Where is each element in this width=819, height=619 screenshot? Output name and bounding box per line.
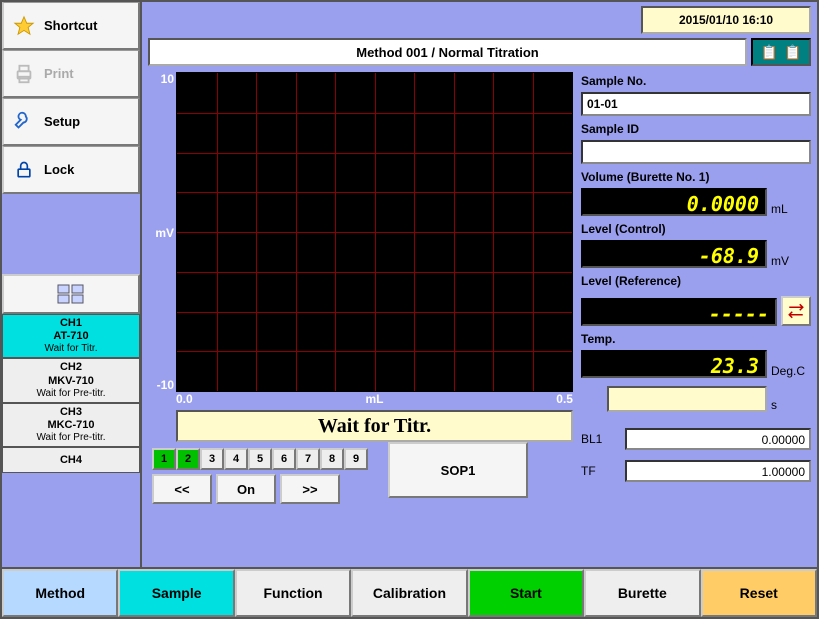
channel-grid-button[interactable] [2, 274, 140, 314]
volume-label: Volume (Burette No. 1) [581, 170, 811, 184]
sop-button[interactable]: SOP1 [388, 442, 528, 498]
sample-no-input[interactable]: 01-01 [581, 92, 811, 116]
setup-label: Setup [44, 114, 80, 129]
channel-2[interactable]: CH2 MKV-710 Wait for Pre-titr. [2, 358, 140, 402]
x-axis-labels: 0.0 mL 0.5 [176, 392, 573, 406]
ytick-bot: -10 [157, 378, 174, 392]
function-button[interactable]: Function [235, 569, 351, 617]
tf-value[interactable]: 1.00000 [625, 460, 811, 482]
print-button[interactable]: Print [2, 50, 140, 98]
prev-button[interactable]: << [152, 474, 212, 504]
ytick-top: 10 [161, 72, 174, 86]
lock-label: Lock [44, 162, 74, 177]
x-axis-unit: mL [308, 392, 440, 406]
sidebar: Shortcut Print Setup Lock [2, 2, 142, 567]
clipboard-icon-1: 📋 [761, 44, 778, 61]
temp-label: Temp. [581, 332, 811, 346]
time-unit: s [771, 398, 811, 412]
grid-icon [56, 283, 86, 305]
ch1-name: CH1 [60, 317, 82, 330]
bottom-bar: Method Sample Function Calibration Start… [2, 567, 817, 617]
burette-button[interactable]: Burette [584, 569, 700, 617]
page-button-7[interactable]: 7 [296, 448, 320, 470]
page-button-3[interactable]: 3 [200, 448, 224, 470]
level-control-display: -68.9 [581, 240, 767, 268]
channel-1[interactable]: CH1 AT-710 Wait for Titr. [2, 314, 140, 358]
y-axis-unit: mV [155, 226, 174, 240]
y-axis-labels: 10 mV -10 [148, 72, 176, 392]
elapsed-time-display [607, 386, 767, 412]
volume-unit: mL [771, 202, 811, 216]
level-control-label: Level (Control) [581, 222, 811, 236]
sample-id-input[interactable] [581, 140, 811, 164]
channel-4[interactable]: CH4 [2, 447, 140, 473]
titration-chart [176, 72, 573, 392]
lock-icon [12, 158, 36, 182]
swap-icon [787, 302, 805, 320]
sample-button[interactable]: Sample [118, 569, 234, 617]
swap-button[interactable] [781, 296, 811, 326]
shortcut-label: Shortcut [44, 18, 97, 33]
ch3-model: MKC-710 [47, 419, 94, 432]
page-button-8[interactable]: 8 [320, 448, 344, 470]
page-button-1[interactable]: 1 [152, 448, 176, 470]
star-icon [12, 14, 36, 38]
ch4-name: CH4 [60, 454, 82, 467]
status-display: Wait for Titr. [176, 410, 573, 442]
ch2-name: CH2 [60, 361, 82, 374]
ch1-model: AT-710 [53, 330, 88, 343]
page-buttons: 123456789 [152, 448, 368, 470]
sample-no-label: Sample No. [581, 74, 811, 88]
page-button-6[interactable]: 6 [272, 448, 296, 470]
wrench-icon [12, 110, 36, 134]
bl1-value[interactable]: 0.00000 [625, 428, 811, 450]
page-button-5[interactable]: 5 [248, 448, 272, 470]
printer-icon [12, 62, 36, 86]
ch3-status: Wait for Pre-titr. [36, 432, 105, 444]
page-button-4[interactable]: 4 [224, 448, 248, 470]
ch3-name: CH3 [60, 406, 82, 419]
start-button[interactable]: Start [468, 569, 584, 617]
page-button-9[interactable]: 9 [344, 448, 368, 470]
datetime-display: 2015/01/10 16:10 [641, 6, 811, 34]
clipboard-icon-2: 📋 [784, 44, 801, 61]
print-label: Print [44, 66, 74, 81]
level-control-unit: mV [771, 254, 811, 268]
channel-3[interactable]: CH3 MKC-710 Wait for Pre-titr. [2, 403, 140, 447]
tf-label: TF [581, 464, 621, 478]
page-button-2[interactable]: 2 [176, 448, 200, 470]
level-reference-label: Level (Reference) [581, 274, 811, 288]
setup-button[interactable]: Setup [2, 98, 140, 146]
temp-unit: Deg.C [771, 364, 811, 378]
shortcut-button[interactable]: Shortcut [2, 2, 140, 50]
reset-button[interactable]: Reset [701, 569, 817, 617]
lock-button[interactable]: Lock [2, 146, 140, 194]
next-button[interactable]: >> [280, 474, 340, 504]
level-reference-display: ----- [581, 298, 777, 326]
on-button[interactable]: On [216, 474, 276, 504]
ch1-status: Wait for Titr. [45, 343, 98, 355]
sample-id-label: Sample ID [581, 122, 811, 136]
xtick-left: 0.0 [176, 392, 308, 406]
volume-display: 0.0000 [581, 188, 767, 216]
ch2-status: Wait for Pre-titr. [36, 388, 105, 400]
ch2-model: MKV-710 [48, 375, 94, 388]
temp-display: 23.3 [581, 350, 767, 378]
title-mode-icons[interactable]: 📋 📋 [751, 38, 811, 66]
bl1-label: BL1 [581, 432, 621, 446]
calibration-button[interactable]: Calibration [351, 569, 467, 617]
method-button[interactable]: Method [2, 569, 118, 617]
method-title: Method 001 / Normal Titration [148, 38, 747, 66]
xtick-right: 0.5 [441, 392, 573, 406]
